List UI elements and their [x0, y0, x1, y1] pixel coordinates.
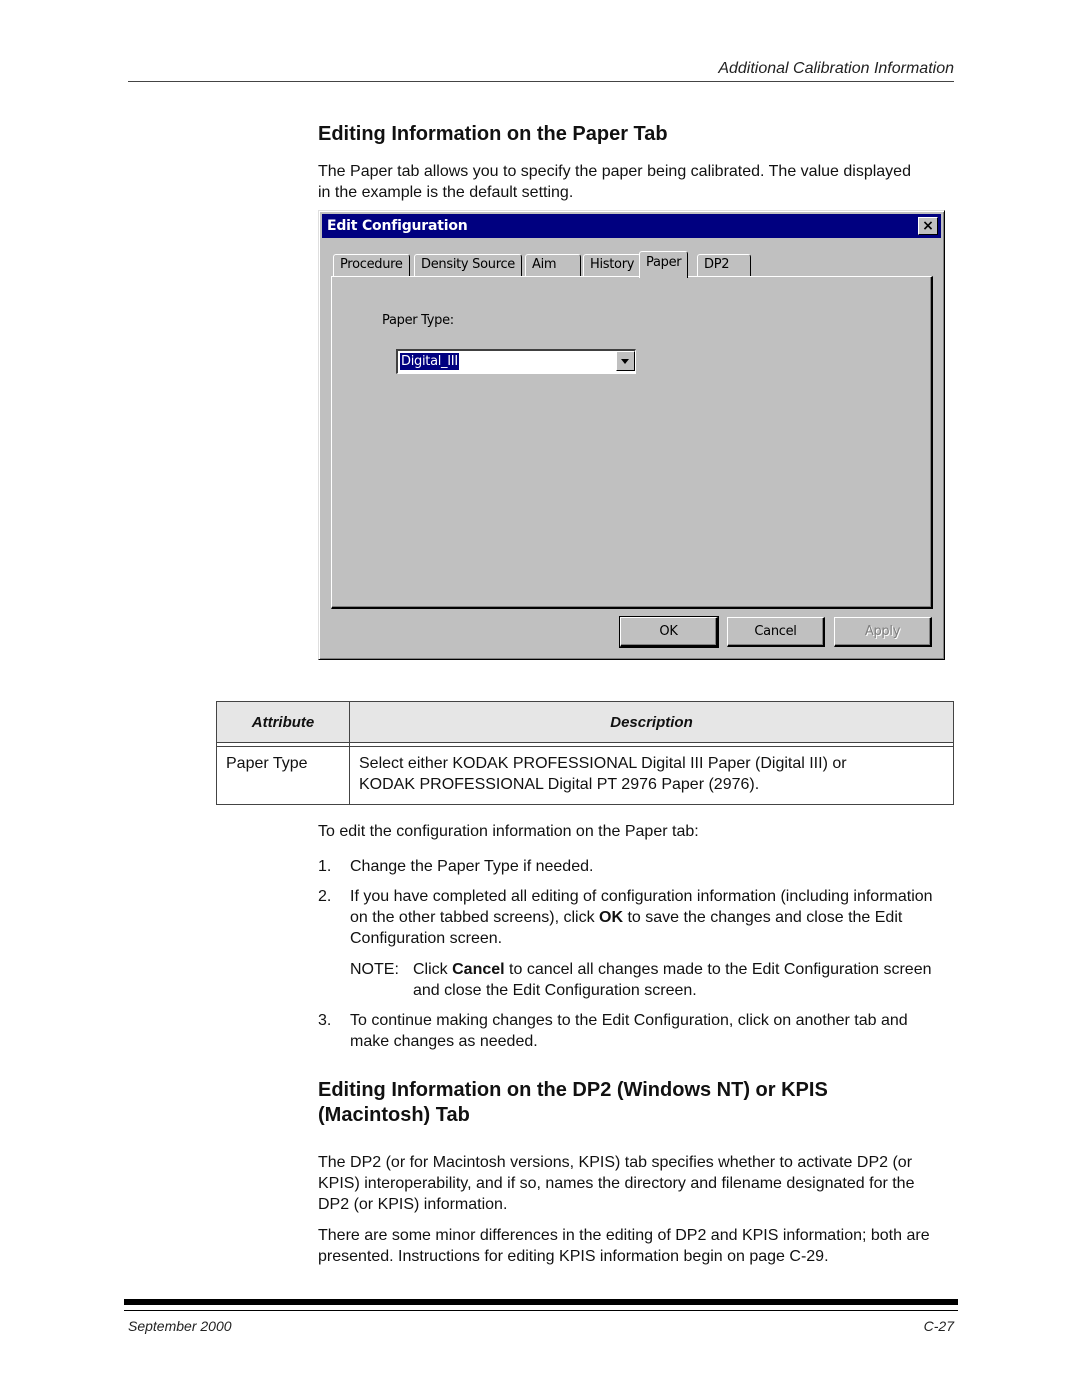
steps-list: 1. Change the Paper Type if needed. 2. I…	[318, 856, 948, 1052]
paper-type-label: Paper Type:	[382, 313, 454, 328]
instructions: To edit the configuration information on…	[318, 821, 948, 1061]
chevron-down-icon[interactable]	[616, 351, 635, 371]
ok-button[interactable]: OK	[619, 616, 719, 648]
step-number: 1.	[318, 858, 332, 875]
step-number: 3.	[318, 1012, 332, 1029]
tab-dp2[interactable]: DP2	[697, 254, 751, 276]
note-bold-cancel: Cancel	[452, 961, 505, 978]
header-rule	[128, 81, 954, 82]
section-heading-paper-tab: Editing Information on the Paper Tab	[318, 123, 668, 145]
apply-button[interactable]: Apply	[834, 617, 932, 647]
step-text: Change the Paper Type if needed.	[350, 858, 594, 875]
running-head: Additional Calibration Information	[718, 60, 954, 77]
table-header-row: Attribute Description	[216, 701, 954, 743]
section-dp2: Editing Information on the DP2 (Windows …	[318, 1078, 958, 1267]
table-row: Paper Type Select either KODAK PROFESSIO…	[216, 746, 954, 805]
section-heading-dp2: Editing Information on the DP2 (Windows …	[318, 1078, 958, 1128]
footer-date: September 2000	[128, 1318, 232, 1334]
heading-line: (Macintosh) Tab	[318, 1104, 470, 1126]
description-line: KODAK PROFESSIONAL Digital PT 2976 Paper…	[359, 776, 760, 793]
close-icon: ×	[922, 218, 934, 234]
note-text-before: Click	[413, 961, 453, 978]
note-text: Click Cancel to cancel all changes made …	[413, 959, 948, 1001]
page-number: C-27	[923, 1318, 954, 1334]
step-item: 1. Change the Paper Type if needed.	[318, 856, 948, 877]
description-line: Select either KODAK PROFESSIONAL Digital…	[359, 755, 847, 772]
dp2-paragraph-2: There are some minor differences in the …	[318, 1227, 930, 1265]
step-number: 2.	[318, 888, 332, 905]
step-text: To continue making changes to the Edit C…	[350, 1012, 908, 1050]
tab-procedure[interactable]: Procedure	[333, 254, 410, 276]
paper-tab-intro: The Paper tab allows you to specify the …	[318, 163, 911, 201]
step-item: 2. If you have completed all editing of …	[318, 886, 948, 1001]
dialog-title: Edit Configuration	[327, 218, 468, 234]
step-item: 3. To continue making changes to the Edi…	[318, 1010, 948, 1052]
close-button[interactable]: ×	[918, 217, 938, 235]
tab-paper[interactable]: Paper	[639, 251, 689, 278]
header-description: Description	[349, 701, 954, 743]
tab-density-source[interactable]: Density Source	[414, 254, 523, 276]
tab-history[interactable]: History	[583, 254, 642, 276]
edit-configuration-dialog: Edit Configuration × Procedure Density S…	[318, 210, 945, 660]
dialog-titlebar: Edit Configuration ×	[322, 214, 941, 238]
instructions-lead: To edit the configuration information on…	[318, 823, 699, 840]
tab-aim[interactable]: Aim	[525, 254, 581, 276]
heading-line: Editing Information on the DP2 (Windows …	[318, 1079, 828, 1101]
description-cell: Select either KODAK PROFESSIONAL Digital…	[349, 746, 954, 805]
attribute-table: Attribute Description Paper Type Select …	[216, 701, 954, 805]
footer-rule-thick	[124, 1299, 958, 1305]
paper-type-select[interactable]: Digital_III	[396, 349, 636, 374]
header-attribute: Attribute	[216, 701, 350, 743]
paper-type-value: Digital_III	[400, 353, 459, 370]
cancel-button[interactable]: Cancel	[727, 617, 825, 647]
paper-tab-panel: Paper Type: Digital_III	[331, 276, 933, 609]
note-label: NOTE:	[350, 961, 399, 978]
note: NOTE: Click Cancel to cancel all changes…	[350, 959, 948, 1001]
footer-rule-thin	[124, 1310, 958, 1311]
dp2-paragraph-1: The DP2 (or for Macintosh versions, KPIS…	[318, 1154, 915, 1213]
step-bold-ok: OK	[599, 909, 624, 926]
attribute-cell: Paper Type	[216, 746, 350, 805]
